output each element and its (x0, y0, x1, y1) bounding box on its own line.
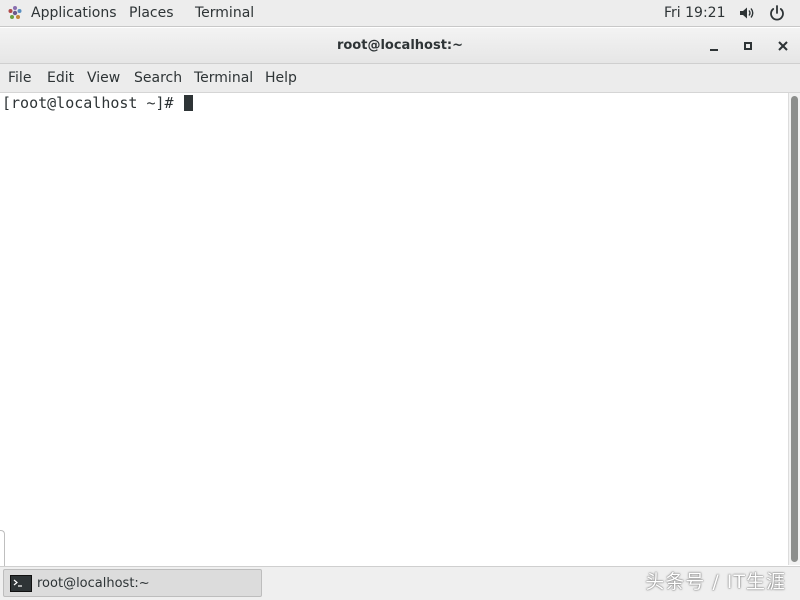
menu-help[interactable]: Help (265, 64, 297, 93)
scrollbar-thumb[interactable] (791, 96, 798, 562)
watermark: 头条号 / IT生涯 (645, 571, 786, 593)
window-title: root@localhost:~ (336, 38, 464, 53)
scrollbar[interactable] (788, 93, 800, 565)
applications-menu[interactable]: Applications (31, 0, 117, 26)
terminal-icon (10, 575, 32, 592)
maximize-icon[interactable] (741, 38, 755, 52)
text-cursor (183, 95, 193, 111)
taskbar-item-label: root@localhost:~ (37, 576, 150, 591)
power-icon[interactable] (768, 4, 786, 22)
menu-terminal[interactable]: Terminal (194, 64, 253, 93)
menu-edit[interactable]: Edit (47, 64, 74, 93)
minimize-icon[interactable] (707, 38, 721, 52)
top-panel: Applications Places Terminal Fri 19:21 (0, 0, 800, 27)
applications-icon[interactable] (7, 5, 23, 21)
menu-bar: File Edit View Search Terminal Help (0, 64, 800, 93)
places-menu[interactable]: Places (129, 0, 174, 26)
terminal-area[interactable]: [root@localhost ~]# (0, 93, 788, 565)
window-edge (0, 530, 5, 567)
menu-view[interactable]: View (87, 64, 120, 93)
prompt-line: [root@localhost ~]# (2, 94, 193, 112)
menu-search[interactable]: Search (134, 64, 182, 93)
prompt-text: [root@localhost ~]# (2, 94, 183, 112)
volume-icon[interactable] (738, 4, 756, 22)
terminal-app-menu[interactable]: Terminal (195, 0, 254, 26)
clock[interactable]: Fri 19:21 (664, 0, 725, 26)
menu-file[interactable]: File (8, 64, 31, 93)
taskbar-item-terminal[interactable]: root@localhost:~ (3, 569, 262, 597)
close-icon[interactable] (776, 38, 790, 52)
window-titlebar[interactable]: root@localhost:~ (0, 28, 800, 64)
